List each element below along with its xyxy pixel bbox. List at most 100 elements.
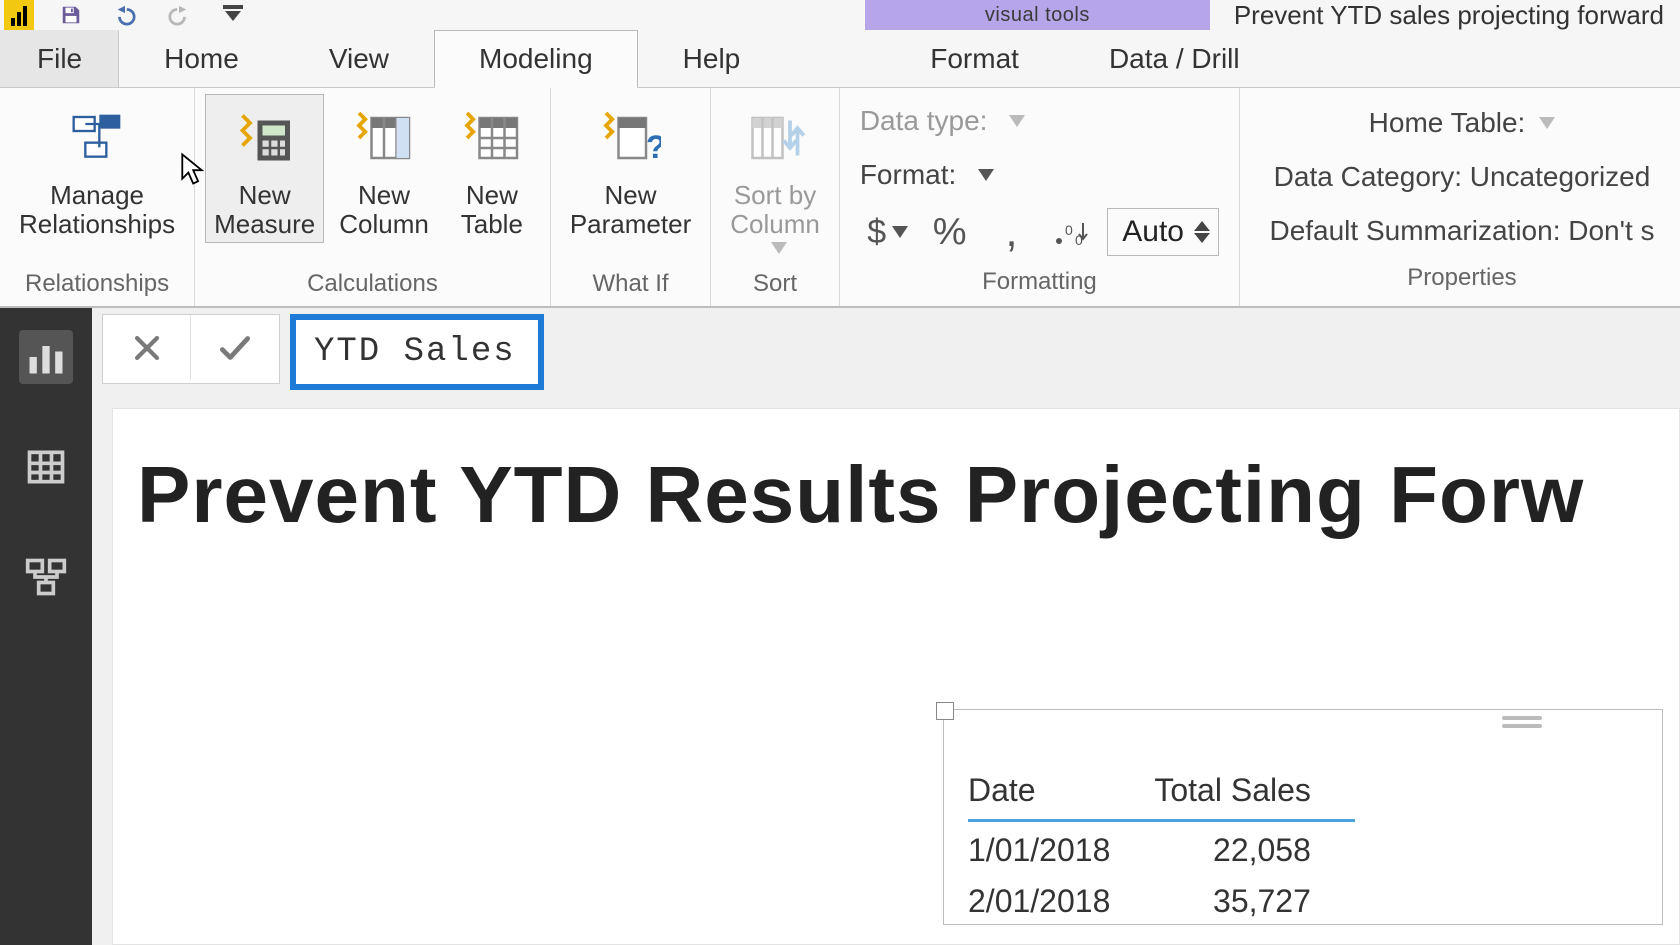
view-switcher — [0, 308, 92, 945]
manage-relationships-button[interactable]: Manage Relationships — [10, 94, 184, 243]
chevron-down-icon — [892, 226, 908, 238]
new-measure-button[interactable]: New Measure — [205, 94, 324, 243]
sort-by-column-label: Sort by Column — [730, 181, 820, 238]
formula-bar — [92, 308, 1680, 384]
new-table-button[interactable]: New Table — [444, 94, 540, 243]
canvas-area: Prevent YTD Results Projecting Forw Date… — [92, 308, 1680, 945]
percent-button[interactable]: % — [922, 208, 978, 256]
group-formatting: Data type: Format: $ % , 0 0 Auto — [840, 88, 1240, 306]
svg-text:0: 0 — [1065, 222, 1073, 238]
thousands-button[interactable]: , — [984, 208, 1040, 256]
dollar-icon: $ — [867, 213, 886, 252]
page-title: Prevent YTD Results Projecting Forw — [113, 409, 1679, 541]
window-title: Prevent YTD sales projecting forward — [1210, 0, 1680, 30]
group-properties: Home Table: Data Category: Uncategorized… — [1240, 88, 1680, 306]
sort-by-column-button[interactable]: Sort by Column — [721, 94, 829, 259]
chevron-down-icon[interactable] — [1009, 115, 1025, 127]
comma-icon: , — [1005, 225, 1017, 238]
tab-modeling[interactable]: Modeling — [434, 30, 638, 88]
tab-data-drill[interactable]: Data / Drill — [1064, 30, 1285, 87]
new-column-label: New Column — [339, 181, 429, 238]
format-label: Format: — [860, 159, 956, 191]
cell-total: 35,727 — [1154, 873, 1355, 924]
table-visual[interactable]: Date Total Sales 1/01/2018 22,058 2/01/2… — [943, 709, 1663, 925]
tab-view[interactable]: View — [284, 30, 434, 87]
chevron-down-icon — [771, 242, 787, 254]
decimal-places-input[interactable]: Auto — [1107, 208, 1219, 256]
group-label-sort: Sort — [753, 264, 797, 306]
report-page[interactable]: Prevent YTD Results Projecting Forw Date… — [112, 408, 1680, 945]
cell-date: 1/01/2018 — [968, 821, 1154, 874]
workspace: Prevent YTD Results Projecting Forw Date… — [0, 308, 1680, 945]
table-row[interactable]: 2/01/2018 35,727 — [968, 873, 1355, 924]
col-header-total[interactable]: Total Sales — [1154, 766, 1355, 821]
close-icon — [130, 331, 164, 365]
col-header-date[interactable]: Date — [968, 766, 1154, 821]
data-view-button[interactable] — [19, 440, 73, 494]
group-calculations: New Measure New Column — [195, 88, 551, 306]
formula-input-highlight — [290, 314, 544, 390]
qat-customize-icon[interactable] — [216, 3, 250, 27]
group-label-calculations: Calculations — [307, 264, 438, 306]
format-row: Format: — [860, 148, 1219, 202]
home-table-label: Home Table: — [1369, 107, 1526, 139]
tab-help[interactable]: Help — [638, 30, 786, 87]
save-icon[interactable] — [54, 3, 88, 27]
data-category-row[interactable]: Data Category: Uncategorized — [1274, 150, 1651, 204]
currency-button[interactable]: $ — [860, 208, 916, 256]
new-table-label: New Table — [461, 181, 523, 238]
new-parameter-label: New Parameter — [570, 181, 691, 238]
measure-icon — [228, 101, 302, 175]
spinner-icon[interactable] — [1194, 221, 1210, 243]
contextual-tab-area: visual tools Prevent YTD sales projectin… — [865, 0, 1680, 30]
table-icon — [455, 101, 529, 175]
decimal-button[interactable]: 0 0 — [1045, 208, 1101, 256]
powerbi-logo-icon — [4, 0, 34, 30]
chevron-down-icon — [1539, 117, 1555, 129]
tab-format[interactable]: Format — [885, 30, 1064, 87]
data-type-label: Data type: — [860, 105, 988, 137]
undo-icon[interactable] — [108, 3, 142, 27]
tab-file[interactable]: File — [0, 30, 119, 87]
new-measure-label: New Measure — [214, 181, 315, 238]
group-label-properties: Properties — [1407, 258, 1516, 300]
group-label-whatif: What If — [593, 264, 669, 306]
new-column-button[interactable]: New Column — [330, 94, 438, 243]
svg-text:?: ? — [646, 129, 661, 165]
column-icon — [347, 101, 421, 175]
table-row[interactable]: 1/01/2018 22,058 — [968, 821, 1355, 874]
home-table-row[interactable]: Home Table: — [1369, 96, 1556, 150]
data-category-label: Data Category: Uncategorized — [1274, 161, 1651, 193]
new-parameter-button[interactable]: ? New Parameter — [561, 94, 700, 243]
default-summarization-row[interactable]: Default Summarization: Don't s — [1269, 204, 1654, 258]
report-view-button[interactable] — [19, 330, 73, 384]
group-relationships: Manage Relationships Relationships — [0, 88, 195, 306]
drag-handle-icon[interactable] — [1502, 716, 1542, 732]
titlebar: visual tools Prevent YTD sales projectin… — [0, 0, 1680, 30]
default-summarization-label: Default Summarization: Don't s — [1269, 215, 1654, 247]
decimal-icon: 0 0 — [1053, 217, 1093, 247]
resize-handle-icon[interactable] — [936, 702, 954, 720]
model-view-button[interactable] — [19, 550, 73, 604]
formula-input[interactable] — [312, 332, 522, 372]
relationships-icon — [60, 101, 134, 175]
group-label-relationships: Relationships — [25, 264, 169, 306]
redo-icon[interactable] — [162, 3, 196, 27]
parameter-icon: ? — [594, 101, 668, 175]
percent-icon: % — [933, 211, 967, 254]
tab-home[interactable]: Home — [119, 30, 284, 87]
sort-icon — [738, 101, 812, 175]
ribbon-tabs: File Home View Modeling Help Format Data… — [0, 30, 1680, 88]
formula-commit-button[interactable] — [191, 315, 279, 381]
chevron-down-icon[interactable] — [978, 169, 994, 181]
manage-relationships-label: Manage Relationships — [19, 181, 175, 238]
data-type-row: Data type: — [860, 94, 1219, 148]
group-whatif: ? New Parameter What If — [551, 88, 711, 306]
bar-chart-icon — [24, 335, 68, 379]
check-icon — [216, 329, 254, 367]
cell-total: 22,058 — [1154, 821, 1355, 874]
table-icon — [24, 445, 68, 489]
cell-date: 2/01/2018 — [968, 873, 1154, 924]
formula-cancel-button[interactable] — [103, 315, 191, 381]
model-icon — [24, 555, 68, 599]
